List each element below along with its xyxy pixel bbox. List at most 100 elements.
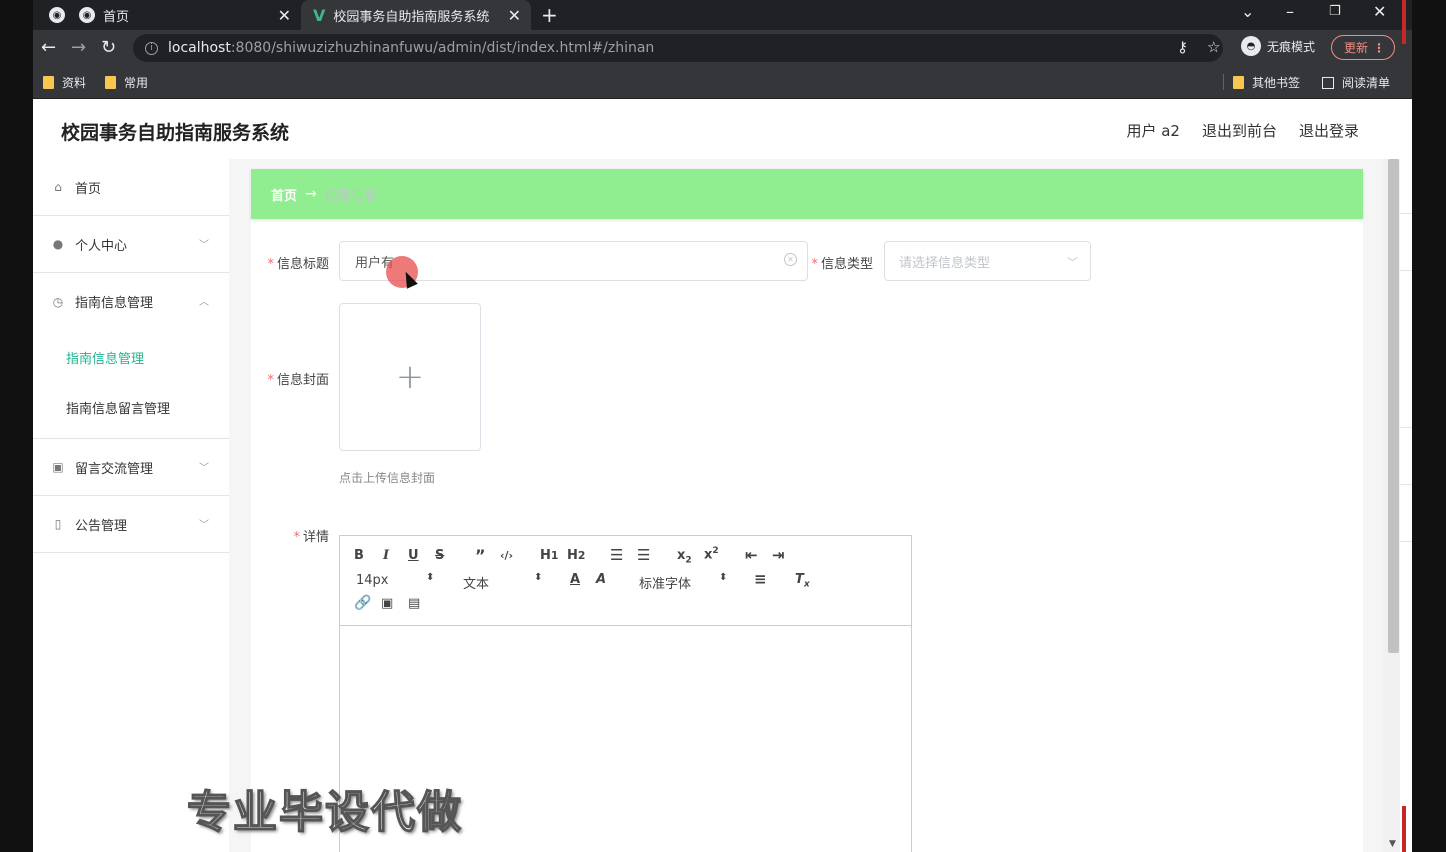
red-marker xyxy=(1402,806,1406,852)
title-label: * 信息标题 xyxy=(261,253,329,272)
other-bookmarks[interactable]: 其他书签 xyxy=(1233,74,1300,91)
code-block-icon[interactable]: ‹/› xyxy=(500,549,513,562)
close-icon[interactable]: ✕ xyxy=(508,6,521,25)
bookmark-folder[interactable]: 资料 xyxy=(43,74,86,91)
sidebar-item-label: 公告管理 xyxy=(75,518,128,534)
type-select[interactable]: 请选择信息类型 ﹀ xyxy=(884,241,1091,281)
background-color-icon[interactable]: A xyxy=(596,572,606,587)
home-icon: ⌂ xyxy=(54,180,62,194)
restore-icon[interactable]: ❐ xyxy=(1329,4,1341,19)
url-path: :8080/shiwuzizhuzhinanfuwu/admin/dist/in… xyxy=(230,40,655,56)
minimize-icon[interactable]: – xyxy=(1286,2,1294,21)
browser-tab-bar: ◉ ◉ 首页 ✕ V 校园事务自助指南服务系统 ✕ + ⌄ – ❐ ✕ xyxy=(33,0,1412,30)
bookmark-label: 资料 xyxy=(62,76,87,90)
web-page: 校园事务自助指南服务系统 用户 a2 退出到前台 退出登录 ⌂ 首页 ● 个人中… xyxy=(33,99,1412,852)
tab-title: 首页 xyxy=(103,9,130,25)
type-label: * 信息类型 xyxy=(805,253,873,272)
star-icon[interactable]: ☆ xyxy=(1207,38,1220,56)
header1-icon[interactable]: H1 xyxy=(540,548,558,563)
clear-format-icon[interactable]: Tx xyxy=(795,572,810,590)
bold-icon[interactable]: B xyxy=(354,548,364,563)
sidebar-item-notice[interactable]: ▯ 公告管理 ﹀ xyxy=(33,496,229,553)
detail-label-text: 详情 xyxy=(302,530,329,545)
left-frame xyxy=(0,0,33,852)
updown-icon: ⬍ xyxy=(426,572,435,583)
incognito-label: 无痕模式 xyxy=(1267,39,1316,54)
sidebar-item-personal[interactable]: ● 个人中心 ﹀ xyxy=(33,216,229,273)
clear-icon[interactable]: ✕ xyxy=(784,253,797,266)
compass-icon: ◷ xyxy=(52,294,64,309)
header2-icon[interactable]: H2 xyxy=(567,548,585,563)
update-label: 更新 xyxy=(1344,41,1369,55)
strike-icon[interactable]: S xyxy=(435,548,444,563)
align-icon[interactable]: ≡ xyxy=(754,570,767,588)
chevron-down-icon: ﹀ xyxy=(199,240,209,251)
subscript-icon[interactable]: x2 xyxy=(677,548,692,566)
outdent-icon[interactable]: ⇤ xyxy=(745,546,758,564)
indent-icon[interactable]: ⇥ xyxy=(772,546,785,564)
sidebar: ⌂ 首页 ● 个人中心 ﹀ ◷ 指南信息管理 ︿ 指南信息管理 指南信息留言管理… xyxy=(33,159,229,852)
url-host: localhost xyxy=(168,40,231,56)
scroll-down-icon[interactable]: ▼ xyxy=(1389,839,1396,849)
cover-uploader[interactable]: + xyxy=(339,303,481,451)
window-close-icon[interactable]: ✕ xyxy=(1373,2,1386,21)
tab-active[interactable]: V 校园事务自助指南服务系统 ✕ xyxy=(301,0,531,30)
italic-icon[interactable]: I xyxy=(383,548,389,563)
back-icon[interactable]: ← xyxy=(41,37,56,58)
video-icon[interactable]: ▤ xyxy=(408,596,420,611)
address-input[interactable]: i localhost:8080/shiwuzizhuzhinanfuwu/ad… xyxy=(133,34,1223,62)
sidebar-subitem-guide[interactable]: 指南信息管理 xyxy=(33,332,229,382)
sidebar-item-label: 留言交流管理 xyxy=(75,461,154,477)
key-icon[interactable]: ⚷ xyxy=(1177,38,1188,56)
blockquote-icon[interactable]: ” xyxy=(475,546,486,565)
gutter-divider xyxy=(1400,484,1412,485)
bullet-list-icon[interactable]: ☰ xyxy=(637,546,650,564)
reload-icon[interactable]: ↻ xyxy=(101,37,116,58)
underline-icon[interactable]: U xyxy=(408,548,419,563)
sidebar-item-label: 个人中心 xyxy=(75,238,128,254)
browser-toolbar: ← → ↻ i localhost:8080/shiwuzizhuzhinanf… xyxy=(33,30,1412,66)
reading-list-icon xyxy=(1322,76,1334,89)
globe-icon: ◉ xyxy=(79,7,95,23)
image-icon[interactable]: ▣ xyxy=(381,596,393,611)
sidebar-item-message[interactable]: ▣ 留言交流管理 ﹀ xyxy=(33,439,229,496)
forward-icon[interactable]: → xyxy=(71,37,86,58)
logout-link[interactable]: 退出登录 xyxy=(1299,120,1359,141)
text-style-picker[interactable]: 文本 xyxy=(463,573,489,592)
vue-icon: V xyxy=(313,5,326,25)
scrollbar-thumb[interactable] xyxy=(1388,159,1399,653)
reading-list[interactable]: 阅读清单 xyxy=(1322,74,1390,91)
new-tab-icon[interactable]: + xyxy=(541,3,558,27)
ordered-list-icon[interactable]: ☰ xyxy=(610,546,623,564)
info-icon[interactable]: i xyxy=(145,41,158,55)
guide-submenu: 指南信息管理 指南信息留言管理 xyxy=(33,330,229,439)
right-frame xyxy=(1412,0,1446,852)
sidebar-subitem-guide-comment[interactable]: 指南信息留言管理 xyxy=(33,382,229,432)
to-front-link[interactable]: 退出到前台 xyxy=(1202,120,1277,141)
bookmark-folder[interactable]: 常用 xyxy=(105,74,148,91)
page-title: 校园事务自助指南服务系统 xyxy=(61,122,290,144)
breadcrumb: 首页 → 指南信息 xyxy=(251,169,1363,219)
detail-label: * 详情 xyxy=(283,526,329,545)
superscript-icon[interactable]: x2 xyxy=(704,546,719,562)
font-size-picker[interactable]: 14px xyxy=(356,573,389,588)
required-mark: * xyxy=(267,373,274,388)
incognito-indicator[interactable]: ◓ 无痕模式 xyxy=(1241,36,1315,56)
update-button[interactable]: 更新 ⋮ xyxy=(1331,35,1395,60)
breadcrumb-home[interactable]: 首页 xyxy=(271,185,297,204)
app-header: 校园事务自助指南服务系统 用户 a2 退出到前台 退出登录 xyxy=(33,99,1412,159)
tab-home[interactable]: ◉ ◉ 首页 ✕ xyxy=(41,0,301,30)
sidebar-item-guide[interactable]: ◷ 指南信息管理 ︿ xyxy=(33,273,229,330)
other-bookmarks-label: 其他书签 xyxy=(1252,76,1301,90)
upload-tip: 点击上传信息封面 xyxy=(339,471,436,485)
title-label-text: 信息标题 xyxy=(276,257,329,272)
type-select-placeholder: 请选择信息类型 xyxy=(899,255,991,271)
link-icon[interactable]: 🔗 xyxy=(354,595,371,611)
font-color-icon[interactable]: A xyxy=(570,572,580,587)
tab-search-icon[interactable]: ⌄ xyxy=(1241,2,1254,21)
close-icon[interactable]: ✕ xyxy=(278,6,291,25)
sidebar-item-home[interactable]: ⌂ 首页 xyxy=(33,159,229,216)
arrow-right-icon: → xyxy=(305,186,317,202)
font-family-picker[interactable]: 标准字体 xyxy=(639,573,691,592)
screen: ◉ ◉ 首页 ✕ V 校园事务自助指南服务系统 ✕ + ⌄ – ❐ ✕ ← → … xyxy=(0,0,1446,852)
